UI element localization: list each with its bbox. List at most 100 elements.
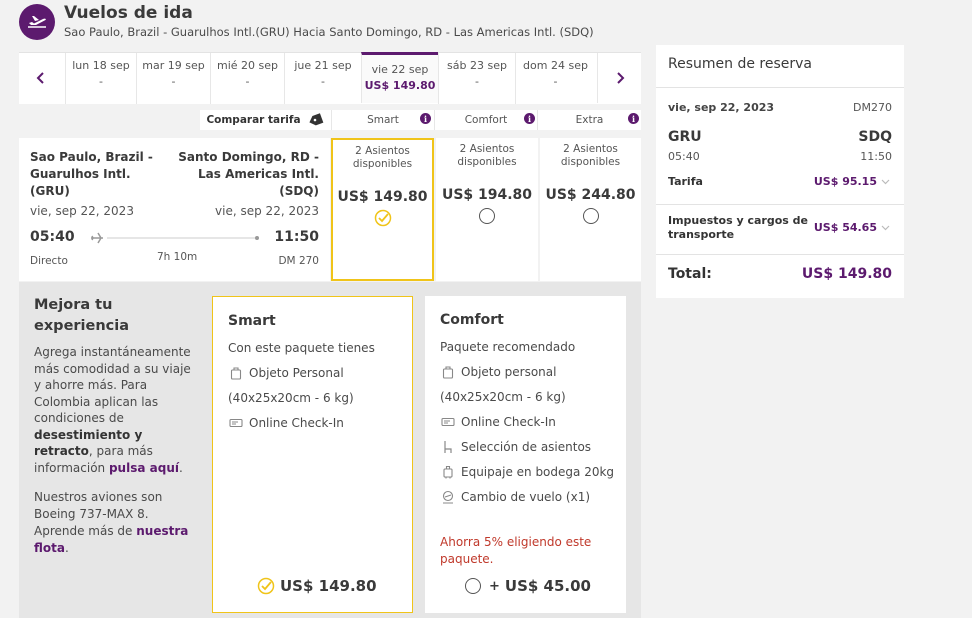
comfort-info-icon[interactable]: i <box>524 113 535 124</box>
description-line: Colombia aplican las <box>34 394 159 409</box>
package-item-label: Cambio de vuelo (x1) <box>461 489 591 504</box>
fare-radio[interactable] <box>582 208 599 224</box>
description-line: más comodidad a su viaje <box>34 361 191 376</box>
package-item: (40x25x20cm - 6 kg) <box>228 385 354 410</box>
fare-smart[interactable]: 2 Asientos disponibles US$ 149.80 <box>331 138 434 281</box>
date-price: - <box>99 75 103 88</box>
fleet-line: flota. <box>34 540 204 557</box>
upgrade-title-line: experiencia <box>34 318 130 334</box>
package-item-label: Online Check-In <box>249 415 344 430</box>
compare-comfort: Comfort <box>434 110 537 130</box>
comfort-package-radio[interactable] <box>465 578 481 594</box>
checkin-icon <box>228 415 244 431</box>
tag-icon <box>308 113 323 126</box>
date-price: - <box>321 75 325 88</box>
fleet-fragment: . <box>64 541 69 555</box>
package-item-label: Online Check-In <box>461 414 556 429</box>
description-line: Agrega instantáneamente <box>34 345 191 359</box>
date-price: - <box>245 75 250 88</box>
chevron-left-icon <box>36 72 44 84</box>
date-selector: lun 18 sep - mar 19 sep - mié 20 sep - j… <box>19 52 641 104</box>
check-circle-icon <box>374 209 391 227</box>
plane-takeoff-icon <box>28 16 46 28</box>
fleet-line: Boeing 737-MAX 8. <box>34 507 149 521</box>
date-tab-19[interactable]: mar 19 sep - <box>136 53 210 104</box>
our-fleet-link[interactable]: nuestra <box>136 524 188 538</box>
taxes-breakdown-toggle[interactable]: US$ 54.65 <box>814 221 890 234</box>
flight-change-icon <box>440 489 456 505</box>
fleet-line: Aprende más de nuestra <box>34 523 204 540</box>
fare-compare-row: Comparar tarifa Smart i Comfort i Extra … <box>200 110 641 130</box>
extra-info-icon[interactable]: i <box>628 113 639 124</box>
date-price: US$ 149.80 <box>364 79 436 92</box>
date-label: dom 24 sep <box>523 59 588 72</box>
description-line: condiciones de <box>34 411 124 425</box>
fare-price: US$ 149.80 <box>337 189 428 205</box>
package-item-label: (40x25x20cm - 6 kg) <box>228 390 354 405</box>
seats-available: 2 Asientos disponibles <box>333 145 432 171</box>
plane-icon <box>91 232 103 244</box>
date-tab-18[interactable]: lun 18 sep - <box>65 53 136 104</box>
date-price: - <box>475 75 479 88</box>
comfort-package-price-row: + US$ 45.00 <box>465 577 591 595</box>
click-here-link[interactable]: pulsa aquí <box>109 461 179 475</box>
package-item: Cambio de vuelo (x1) <box>440 484 614 509</box>
our-fleet-link[interactable]: flota <box>34 541 65 555</box>
description-line: información pulsa aquí. <box>34 460 204 477</box>
fare-breakdown-toggle[interactable]: US$ 95.15 <box>814 175 890 188</box>
smart-package-intro: Con este paquete tienes <box>228 341 375 355</box>
fare-comfort[interactable]: 2 Asientos disponibles US$ 194.80 <box>436 138 538 281</box>
bag-icon <box>228 365 244 381</box>
package-item: Online Check-In <box>228 410 354 435</box>
plus-sign: + <box>489 578 500 594</box>
chevron-right-icon <box>616 72 624 84</box>
seats-available: 2 Asientos disponibles <box>436 143 538 169</box>
seats-text: disponibles <box>457 156 517 168</box>
route-subtitle: Sao Paulo, Brazil - Guarulhos Intl.(GRU)… <box>64 25 594 39</box>
checkin-icon <box>440 414 456 430</box>
date-tab-20[interactable]: mié 20 sep - <box>210 53 284 104</box>
smart-package-card[interactable]: Smart Con este paquete tienes Objeto Per… <box>212 296 413 613</box>
origin-airport: Guarulhos Intl. <box>30 167 131 181</box>
smart-info-icon[interactable]: i <box>420 113 431 124</box>
page-title: Vuelos de ida <box>64 3 193 23</box>
package-item-label: Objeto personal <box>461 364 557 379</box>
fleet-fragment: Aprende más de <box>34 524 137 538</box>
flight-number: DM 270 <box>278 255 319 267</box>
fare-label: Tarifa <box>668 175 703 188</box>
fleet-description: Nuestros aviones son Boeing 737-MAX 8. A… <box>34 489 204 557</box>
comfort-package-card[interactable]: Comfort Paquete recomendado Objeto perso… <box>425 296 626 613</box>
description-fragment: información <box>34 460 109 475</box>
flight-type: Directo <box>30 255 68 267</box>
comfort-package-items: Objeto personal (40x25x20cm - 6 kg) Onli… <box>440 359 614 509</box>
date-tab-21[interactable]: jue 21 sep - <box>284 53 361 104</box>
fleet-line: Nuestros aviones son <box>34 490 163 504</box>
package-item: Objeto personal <box>440 359 614 384</box>
summary-date: vie, sep 22, 2023 <box>668 101 775 114</box>
compare-smart: Smart <box>331 110 434 130</box>
smart-package-items: Objeto Personal (40x25x20cm - 6 kg) Onli… <box>228 360 354 435</box>
departure-date: vie, sep 22, 2023 <box>30 204 134 218</box>
date-tab-24[interactable]: dom 24 sep - <box>515 53 595 104</box>
package-item: Selección de asientos <box>440 434 614 459</box>
prev-date-button[interactable] <box>19 53 63 103</box>
package-item: (40x25x20cm - 6 kg) <box>440 384 614 409</box>
date-tab-23[interactable]: sáb 23 sep - <box>438 53 515 104</box>
fare-radio[interactable] <box>479 208 495 224</box>
taxes-label-line: Impuestos y cargos de <box>668 214 808 227</box>
date-label: lun 18 sep <box>72 59 130 72</box>
date-tab-22[interactable]: vie 22 sep US$ 149.80 <box>361 52 438 103</box>
date-label: sáb 23 sep <box>447 59 507 72</box>
next-date-button[interactable] <box>597 53 641 103</box>
dest-code: (SDQ) <box>279 184 319 198</box>
date-label: vie 22 sep <box>371 63 429 76</box>
description-fragment: . <box>178 460 183 475</box>
upgrade-title: Mejora tu experiencia <box>34 295 129 337</box>
flight-duration: 7h 10m <box>157 251 198 263</box>
fare-price: US$ 244.80 <box>545 187 636 203</box>
fare-extra[interactable]: 2 Asientos disponibles US$ 244.80 <box>540 138 641 281</box>
compare-fares-button[interactable]: Comparar tarifa <box>200 110 331 130</box>
summary-arrival-time: 11:50 <box>860 150 892 163</box>
date-price: - <box>171 75 176 88</box>
upgrade-section: Mejora tu experiencia Agrega instantánea… <box>19 282 641 618</box>
